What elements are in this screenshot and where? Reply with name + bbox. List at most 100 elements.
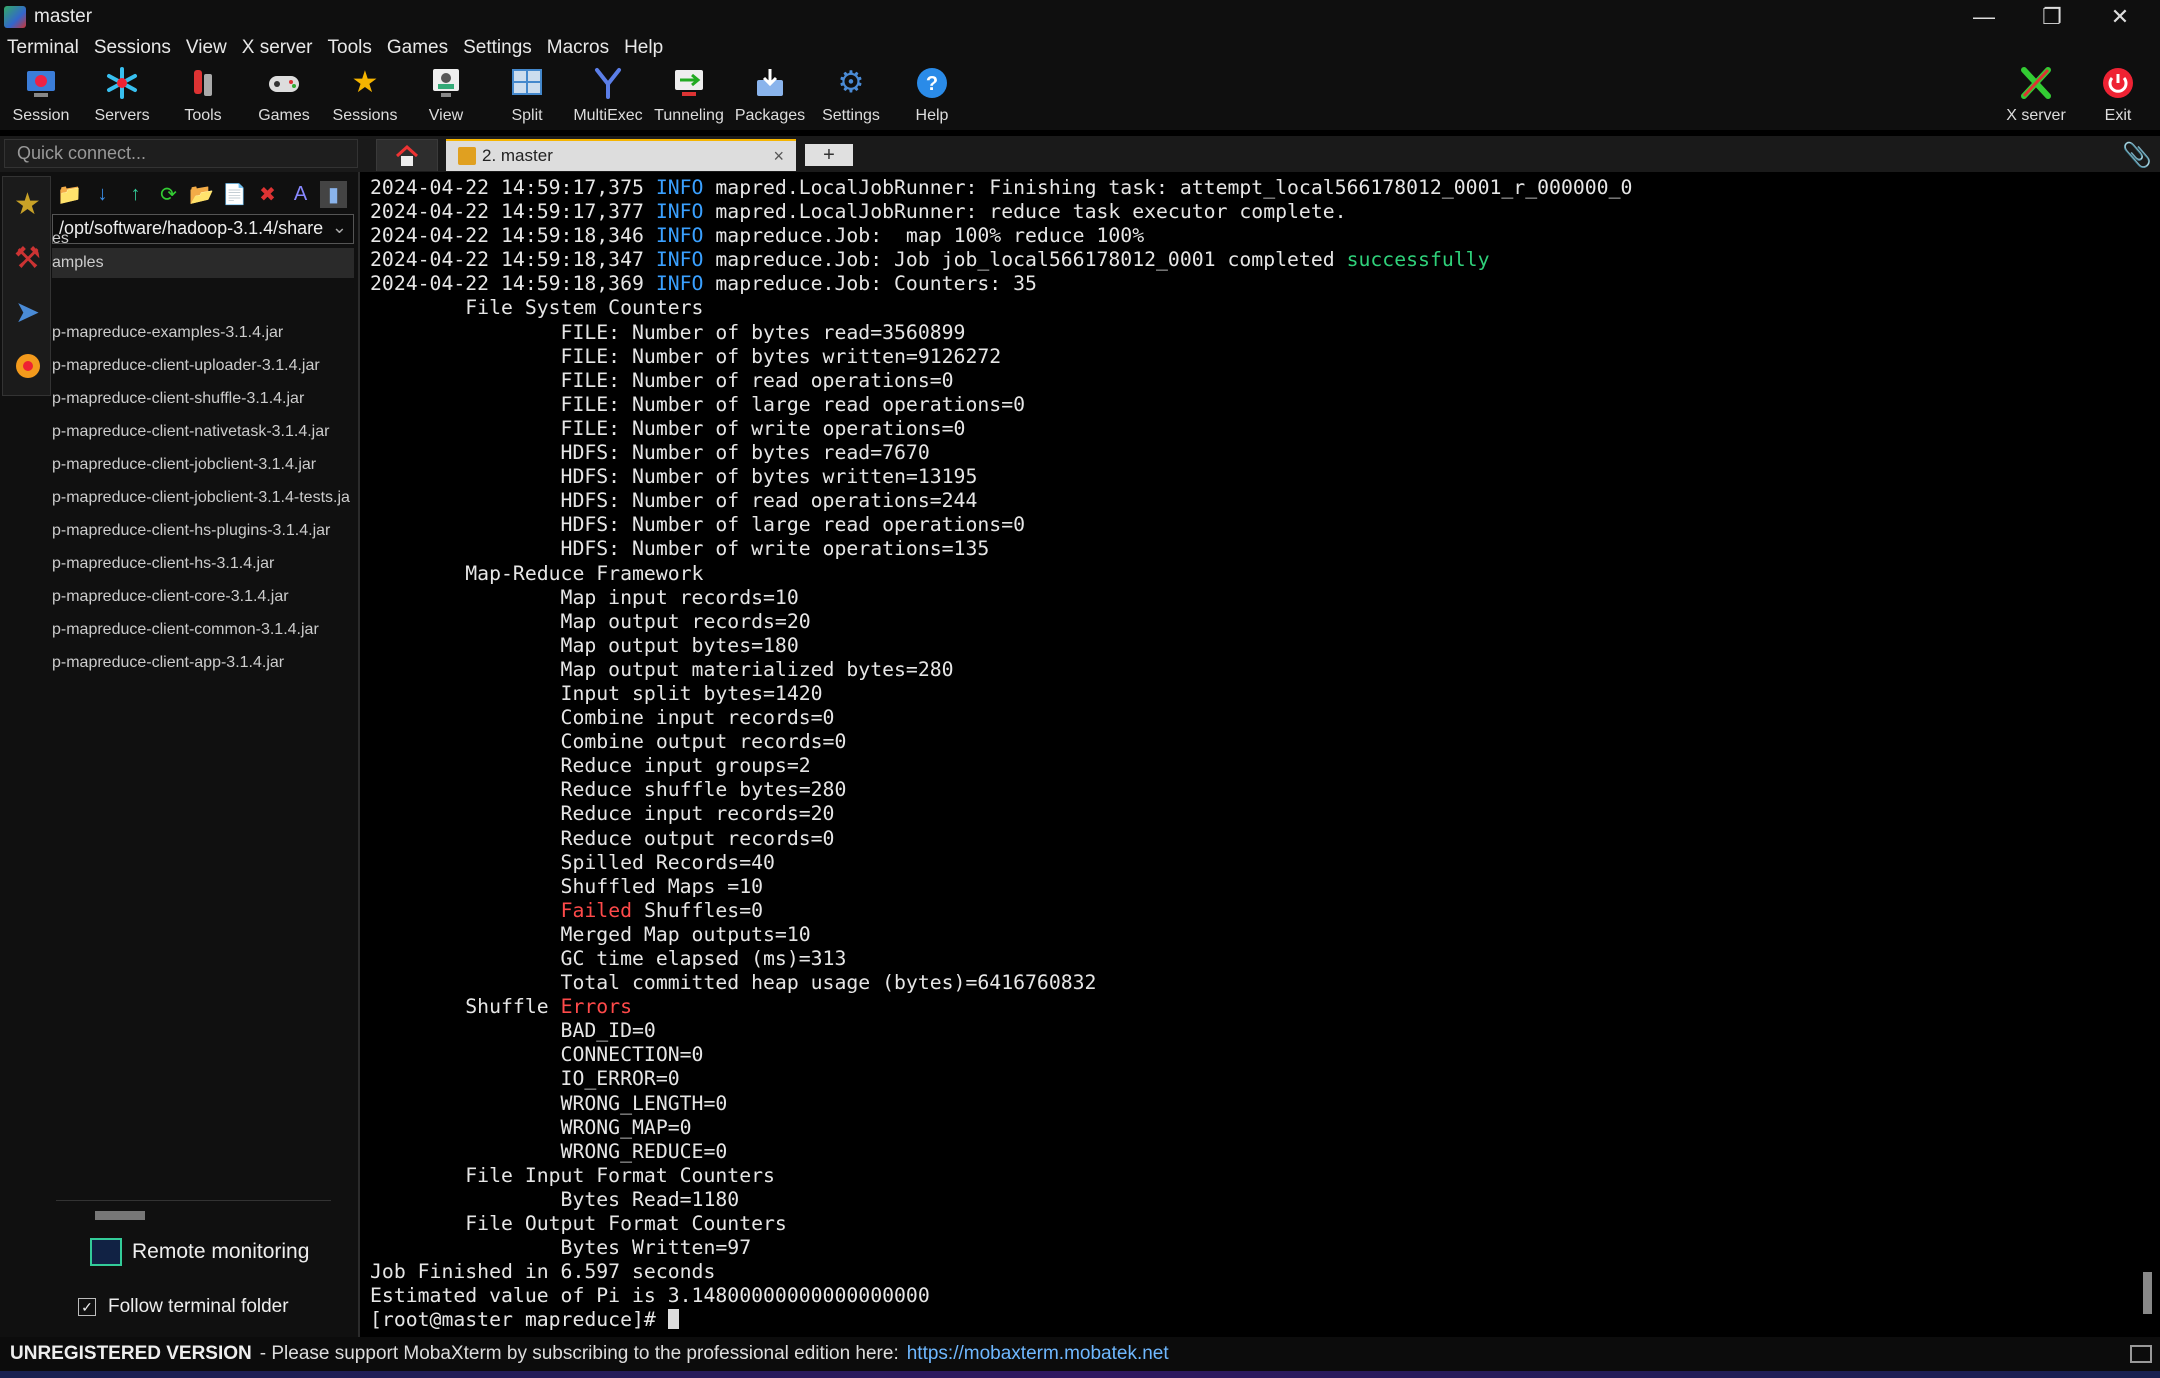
help-button[interactable]: ? Help (892, 65, 972, 127)
view-icon (428, 65, 464, 101)
terminal-line: FILE: Number of large read operations=0 (370, 393, 2142, 417)
terminal-line: HDFS: Number of write operations=135 (370, 537, 2142, 561)
terminal-text: HDFS: Number of read operations=244 (370, 489, 978, 513)
new-folder-icon[interactable]: 📂 (188, 181, 215, 208)
close-tab-icon[interactable]: × (773, 146, 784, 167)
menu-view[interactable]: View (179, 37, 235, 59)
follow-terminal-folder-checkbox[interactable]: ✓ Follow terminal folder (78, 1296, 289, 1318)
terminal-line: Map output records=20 (370, 610, 2142, 634)
terminal-text: File System Counters (370, 296, 704, 320)
terminal-line: HDFS: Number of read operations=244 (370, 489, 2142, 513)
file-item[interactable]: p-mapreduce-client-common-3.1.4.jar (52, 621, 357, 639)
terminal-output[interactable]: 2024-04-22 14:59:17,375 INFO mapred.Loca… (362, 172, 2142, 1337)
upload-icon[interactable]: ↑ (122, 181, 149, 208)
multiexec-button[interactable]: MultiExec (568, 65, 648, 127)
restore-button[interactable]: ❐ (2018, 0, 2086, 33)
new-tab-button[interactable]: + (805, 144, 853, 166)
delete-icon[interactable]: ✖ (254, 181, 281, 208)
sessions-button[interactable]: ★ Sessions (325, 65, 405, 127)
terminal-text: Map-Reduce Framework (370, 561, 704, 585)
quick-connect-input[interactable]: Quick connect... (4, 139, 358, 168)
macros-icon[interactable] (3, 339, 52, 393)
tools-sidebar-icon[interactable]: ⚒ (3, 231, 52, 285)
menu-help[interactable]: Help (617, 37, 671, 59)
terminal-text: 2024-04-22 14:59:17,375 (370, 176, 656, 199)
games-button[interactable]: Games (244, 65, 324, 127)
split-icon (509, 65, 545, 101)
file-item[interactable]: p-mapreduce-client-shuffle-3.1.4.jar (52, 390, 357, 408)
terminal-text: Total committed heap usage (bytes)=64167… (370, 971, 1097, 995)
terminal-line: Estimated value of Pi is 3.1480000000000… (370, 1284, 2142, 1308)
terminal-prompt-line[interactable]: [root@master mapreduce]# (370, 1308, 2142, 1332)
packages-button[interactable]: Packages (730, 65, 810, 127)
terminal-line: File Input Format Counters (370, 1164, 2142, 1188)
checkbox-icon[interactable]: ✓ (78, 1298, 96, 1316)
split-button[interactable]: Split (487, 65, 567, 127)
divider (56, 1200, 331, 1201)
terminal-err-text: Errors (560, 995, 633, 1019)
text-cursor (667, 1309, 679, 1330)
menu-games[interactable]: Games (380, 37, 456, 59)
remote-monitoring-button[interactable]: Remote monitoring (90, 1238, 309, 1266)
terminal-line: Map input records=10 (370, 586, 2142, 610)
terminal-line: HDFS: Number of bytes read=7670 (370, 441, 2142, 465)
sidebar-tab-strip: ★ ⚒ ➤ (2, 176, 51, 396)
file-item[interactable]: p-mapreduce-client-jobclient-3.1.4-tests… (52, 489, 357, 507)
sftp-send-icon[interactable]: ➤ (3, 285, 52, 339)
session-button[interactable]: Session (1, 65, 81, 127)
file-item[interactable]: p-mapreduce-client-core-3.1.4.jar (52, 588, 357, 606)
menu-macros[interactable]: Macros (540, 37, 617, 59)
terminal-text: File Output Format Counters (370, 1212, 787, 1236)
menu-terminal[interactable]: Terminal (0, 37, 87, 59)
terminal-tab-icon (458, 147, 476, 165)
terminal-text: 2024-04-22 14:59:18,347 (370, 248, 656, 272)
file-item[interactable]: p-mapreduce-client-jobclient-3.1.4.jar (52, 456, 357, 474)
terminal-text: mapred.LocalJobRunner: Finishing task: a… (703, 176, 1633, 199)
toggle-view-icon[interactable]: ▮ (320, 180, 347, 208)
file-item[interactable]: p-mapreduce-client-hs-3.1.4.jar (52, 555, 357, 573)
download-icon[interactable]: ↓ (89, 181, 116, 208)
paperclip-icon[interactable]: 📎 (2122, 141, 2152, 170)
menu-settings[interactable]: Settings (456, 37, 540, 59)
terminal-line: FILE: Number of bytes written=9126272 (370, 345, 2142, 369)
vertical-scrollbar[interactable] (2143, 1272, 2152, 1314)
home-tab[interactable] (376, 139, 438, 171)
file-item[interactable]: p-mapreduce-client-uploader-3.1.4.jar (52, 357, 357, 375)
file-item[interactable]: p-mapreduce-examples-3.1.4.jar (52, 324, 357, 342)
mobatek-link[interactable]: https://mobaxterm.mobatek.net (907, 1343, 1169, 1365)
file-item[interactable]: p-mapreduce-client-hs-plugins-3.1.4.jar (52, 522, 357, 540)
file-item[interactable]: p-mapreduce-client-app-3.1.4.jar (52, 654, 357, 672)
tools-button[interactable]: Tools (163, 65, 243, 127)
exit-button[interactable]: Exit (2078, 65, 2158, 127)
close-window-button[interactable]: ✕ (2086, 0, 2154, 33)
minimize-button[interactable]: — (1950, 0, 2018, 33)
tunneling-button[interactable]: Tunneling (649, 65, 729, 127)
menu-sessions[interactable]: Sessions (87, 37, 179, 59)
terminal-text: Shuffled Maps =10 (370, 874, 764, 898)
menu-tools[interactable]: Tools (321, 37, 380, 59)
settings-button[interactable]: ⚙ Settings (811, 65, 891, 127)
screen-icon[interactable] (2130, 1345, 2152, 1363)
terminal-line: Map-Reduce Framework (370, 562, 2142, 586)
rename-icon[interactable]: A (287, 181, 314, 208)
folder-up-icon[interactable]: 📁 (56, 181, 83, 208)
terminal-info-text: INFO (655, 176, 704, 199)
new-file-icon[interactable]: 📄 (221, 181, 248, 208)
view-button[interactable]: View (406, 65, 486, 127)
x-server-button[interactable]: X server (1996, 65, 2076, 127)
sessions-star-icon[interactable]: ★ (3, 177, 52, 231)
tools-icon (185, 65, 221, 101)
tree-item[interactable]: es (52, 230, 357, 248)
servers-button[interactable]: Servers (82, 65, 162, 127)
refresh-icon[interactable]: ⟳ (155, 181, 182, 208)
terminal-text: Combine output records=0 (370, 730, 847, 754)
terminal-line: Combine output records=0 (370, 730, 2142, 754)
file-item[interactable]: p-mapreduce-client-nativetask-3.1.4.jar (52, 423, 357, 441)
terminal-line: Reduce shuffle bytes=280 (370, 778, 2142, 802)
tab-master[interactable]: 2. master × (446, 139, 796, 171)
horizontal-scrollbar[interactable] (95, 1211, 145, 1220)
window-title: master (34, 5, 93, 27)
menu-x-server[interactable]: X server (235, 37, 321, 59)
tree-item[interactable]: amples (52, 254, 357, 272)
terminal-text: IO_ERROR=0 (370, 1067, 680, 1091)
